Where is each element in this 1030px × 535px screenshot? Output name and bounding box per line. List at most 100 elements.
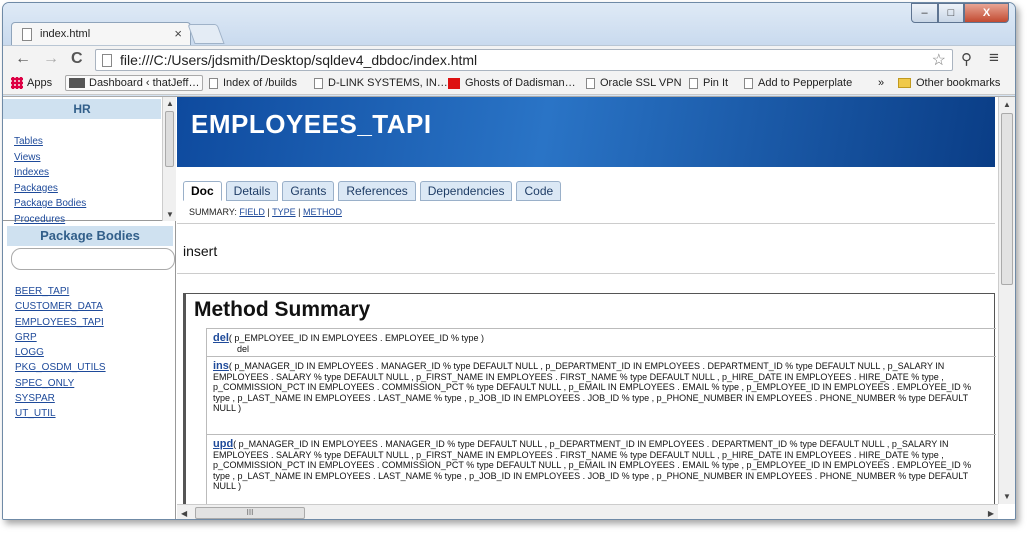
bookmark-oracle-vpn[interactable]: Oracle SSL VPN: [586, 77, 682, 89]
summary-field-link[interactable]: FIELD: [239, 207, 265, 217]
tab-strip: index.html × – □ X: [3, 3, 1015, 46]
summary-nav: SUMMARY: FIELD | TYPE | METHOD: [189, 207, 342, 217]
link-packages[interactable]: Packages: [14, 181, 86, 197]
bookmarks-overflow-button[interactable]: »: [878, 77, 884, 89]
bookmark-dashboard[interactable]: Dashboard ‹ thatJeff…: [65, 75, 204, 91]
menu-icon[interactable]: ≡: [989, 48, 999, 68]
scroll-right-arrow-icon[interactable]: ▶: [988, 509, 994, 518]
method-signature: ( p_MANAGER_ID IN EMPLOYEES . MANAGER_ID…: [213, 361, 972, 414]
tab-references[interactable]: References: [338, 181, 416, 201]
apps-icon: [11, 77, 23, 89]
bookmark-label: Index of /builds: [223, 77, 297, 89]
schema-pane: HR Tables Views Indexes Packages Package…: [3, 97, 176, 225]
scroll-thumb[interactable]: [165, 111, 174, 167]
page-icon: [102, 54, 112, 67]
toolbar: ← → C file:///C:/Users/jdsmith/Desktop/s…: [3, 45, 1015, 73]
package-bodies-pane: Package Bodies BEER_TAPI CUSTOMER_DATA E…: [3, 222, 176, 519]
reload-button[interactable]: C: [71, 50, 83, 68]
summary-type-link[interactable]: TYPE: [272, 207, 296, 217]
tab-doc[interactable]: Doc: [183, 181, 222, 201]
title-banner: EMPLOYEES_TAPI: [177, 97, 995, 167]
close-window-button[interactable]: X: [964, 3, 1009, 23]
summary-method-link[interactable]: METHOD: [303, 207, 342, 217]
page-icon: [586, 77, 595, 89]
method-link-upd[interactable]: upd: [213, 438, 233, 450]
doc-vertical-scrollbar[interactable]: ▲ ▼: [998, 97, 1015, 504]
tab-dependencies[interactable]: Dependencies: [419, 181, 513, 201]
method-summary-title: Method Summary: [194, 298, 371, 321]
tab-grants[interactable]: Grants: [282, 181, 335, 201]
bookmark-dlink[interactable]: D-LINK SYSTEMS, IN…: [314, 77, 448, 89]
divider: [177, 223, 995, 224]
dashboard-icon: [69, 78, 85, 88]
page-icon: [689, 77, 698, 89]
bookmark-label: Dashboard ‹ thatJeff…: [89, 77, 200, 89]
tab-close-button[interactable]: ×: [174, 26, 182, 41]
tab-details[interactable]: Details: [225, 181, 279, 201]
other-bookmarks[interactable]: Other bookmarks: [898, 77, 1000, 89]
link-indexes[interactable]: Indexes: [14, 165, 86, 181]
bookmark-star-icon[interactable]: ☆: [932, 50, 946, 70]
method-link-del[interactable]: del: [213, 332, 229, 344]
tab-code[interactable]: Code: [516, 181, 562, 201]
bookmark-apps[interactable]: Apps: [11, 77, 52, 89]
doc-horizontal-scrollbar[interactable]: ◀ III ▶: [177, 504, 998, 519]
bookmark-ghosts[interactable]: Ghosts of Dadisman…: [448, 77, 576, 89]
link-grp[interactable]: GRP: [15, 330, 106, 345]
link-beer-tapi[interactable]: BEER_TAPI: [15, 284, 106, 299]
package-description: insert: [183, 243, 218, 259]
scroll-up-arrow-icon[interactable]: ▲: [166, 99, 174, 108]
page-title: EMPLOYEES_TAPI: [191, 109, 432, 139]
new-tab-button[interactable]: [187, 24, 225, 44]
bookmark-pin-it[interactable]: Pin It: [689, 77, 728, 89]
address-bar[interactable]: file:///C:/Users/jdsmith/Desktop/sqldev4…: [95, 49, 953, 71]
url-text: file:///C:/Users/jdsmith/Desktop/sqldev4…: [120, 52, 478, 68]
bookmarks-bar: Apps Dashboard ‹ thatJeff… Index of /bui…: [3, 73, 1015, 95]
browser-window: index.html × – □ X ← → C file:///C:/User…: [2, 2, 1016, 520]
package-search-input[interactable]: [11, 248, 175, 270]
method-row-ins: ins( p_MANAGER_ID IN EMPLOYEES . MANAGER…: [206, 356, 996, 434]
scroll-up-arrow-icon[interactable]: ▲: [1003, 100, 1011, 109]
link-views[interactable]: Views: [14, 150, 86, 166]
link-pkg-osdm-utils[interactable]: PKG_OSDM_UTILS: [15, 360, 106, 375]
bookmark-index-builds[interactable]: Index of /builds: [209, 77, 297, 89]
package-body-list: BEER_TAPI CUSTOMER_DATA EMPLOYEES_TAPI G…: [15, 284, 106, 422]
method-signature: ( p_MANAGER_ID IN EMPLOYEES . MANAGER_ID…: [213, 439, 972, 492]
link-ut-util[interactable]: UT_UTIL: [15, 406, 106, 421]
doc-tabs: Doc Details Grants References Dependenci…: [183, 181, 562, 201]
bookmark-label: Ghosts of Dadisman…: [465, 77, 576, 89]
bookmark-label: D-LINK SYSTEMS, IN…: [328, 77, 448, 89]
scroll-thumb[interactable]: [1001, 113, 1013, 285]
link-employees-tapi[interactable]: EMPLOYEES_TAPI: [15, 315, 106, 330]
forward-button[interactable]: →: [43, 50, 59, 68]
bookmark-pepperplate[interactable]: Add to Pepperplate: [744, 77, 852, 89]
tab-title: index.html: [40, 28, 91, 40]
link-spec-only[interactable]: SPEC_ONLY: [15, 376, 106, 391]
link-tables[interactable]: Tables: [14, 134, 86, 150]
maximize-button[interactable]: □: [938, 3, 964, 23]
back-button[interactable]: ←: [15, 50, 31, 68]
espn-icon: [448, 77, 460, 89]
method-link-ins[interactable]: ins: [213, 360, 229, 372]
scroll-down-arrow-icon[interactable]: ▼: [1003, 492, 1011, 501]
method-description: del: [237, 343, 250, 354]
summary-sep: |: [298, 207, 301, 217]
link-syspar[interactable]: SYSPAR: [15, 391, 106, 406]
scroll-thumb[interactable]: III: [195, 507, 305, 519]
left-frames: HR Tables Views Indexes Packages Package…: [3, 97, 176, 519]
scroll-down-arrow-icon[interactable]: ▼: [166, 210, 174, 219]
browser-tab[interactable]: index.html ×: [11, 22, 191, 46]
schema-pane-scrollbar[interactable]: ▲ ▼: [162, 97, 176, 221]
link-package-bodies[interactable]: Package Bodies: [14, 196, 86, 212]
minimize-button[interactable]: –: [911, 3, 938, 23]
method-summary-table: Method Summary del( p_EMPLOYEE_ID IN EMP…: [183, 293, 996, 519]
extension-icon[interactable]: ⚲: [961, 50, 972, 68]
bookmark-label: Apps: [27, 77, 53, 89]
link-customer-data[interactable]: CUSTOMER_DATA: [15, 299, 106, 314]
page-icon: [22, 28, 32, 41]
bookmark-label: Add to Pepperplate: [758, 77, 853, 89]
page-icon: [209, 77, 218, 89]
scroll-left-arrow-icon[interactable]: ◀: [181, 509, 187, 518]
page-content: HR Tables Views Indexes Packages Package…: [3, 96, 1015, 519]
link-logg[interactable]: LOGG: [15, 345, 106, 360]
